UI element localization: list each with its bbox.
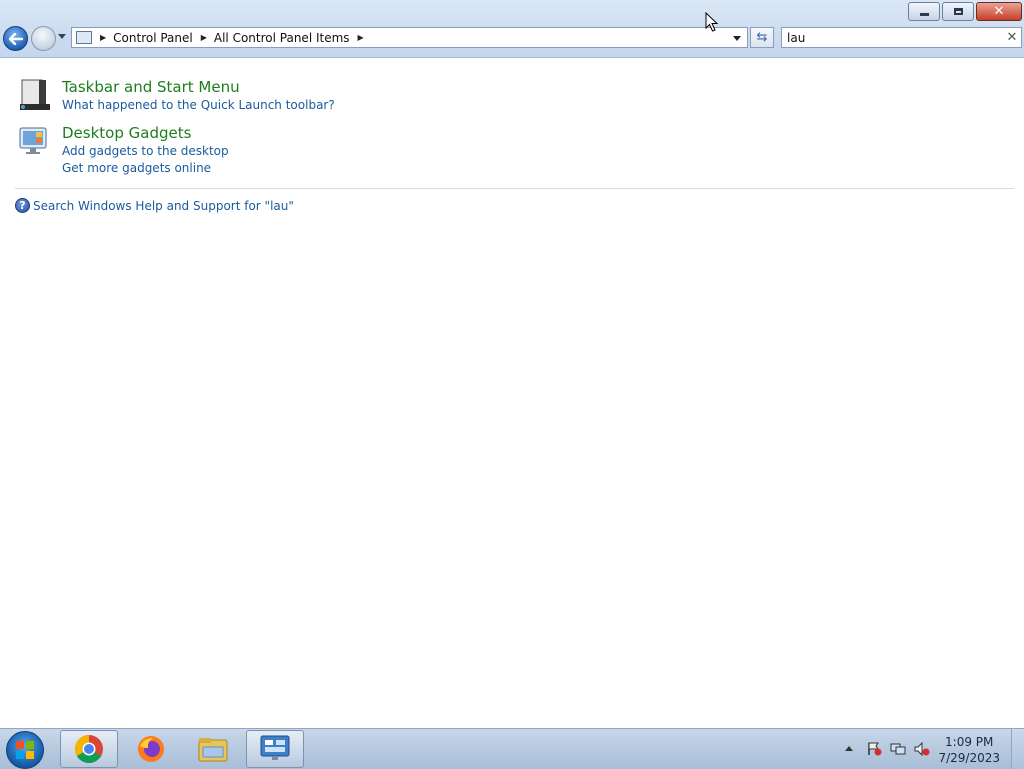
taskbar-control-panel[interactable]	[246, 730, 304, 768]
refresh-icon: ⇆	[756, 30, 768, 45]
breadcrumb-arrow-icon[interactable]: ▶	[201, 33, 207, 42]
clock-time: 1:09 PM	[945, 735, 994, 749]
control-panel-icon	[260, 735, 290, 760]
help-icon: ?	[15, 198, 30, 213]
window-chrome: ✕ ▶ Control Panel ▶ All Control Panel It…	[0, 0, 1024, 58]
result-title[interactable]: Desktop Gadgets	[62, 124, 191, 142]
taskbar: 1:09 PM 7/29/2023	[0, 728, 1024, 769]
action-center-flag-icon[interactable]	[866, 742, 882, 756]
arrow-left-icon	[8, 32, 23, 45]
clock-date: 7/29/2023	[938, 751, 1000, 765]
taskbar-file-explorer[interactable]	[184, 730, 242, 768]
result-taskbar-start-menu: Taskbar and Start Menu What happened to …	[17, 78, 337, 112]
breadcrumb-all-items[interactable]: All Control Panel Items	[214, 31, 350, 45]
windows-logo-icon	[16, 741, 34, 759]
restore-icon	[953, 8, 963, 15]
desktop-gadgets-icon[interactable]	[17, 124, 51, 158]
result-desktop-gadgets: Desktop Gadgets Add gadgets to the deskt…	[17, 124, 337, 176]
breadcrumb-control-panel[interactable]: Control Panel	[113, 31, 193, 45]
minimize-button[interactable]	[908, 2, 940, 21]
search-input[interactable]: lau	[787, 31, 1003, 45]
control-panel-icon	[76, 31, 92, 44]
taskbar-chrome[interactable]	[60, 730, 118, 768]
firefox-icon	[138, 736, 164, 762]
breadcrumb-arrow-icon[interactable]: ▶	[100, 33, 106, 42]
taskbar-start-menu-icon[interactable]	[17, 78, 51, 112]
file-explorer-icon	[198, 738, 228, 762]
result-link[interactable]: Add gadgets to the desktop	[62, 144, 229, 158]
show-desktop-button[interactable]	[1011, 729, 1024, 769]
caption-buttons: ✕	[908, 2, 1022, 21]
recent-pages-dropdown[interactable]	[58, 34, 66, 39]
windows-help-search-link[interactable]: ? Search Windows Help and Support for "l…	[15, 198, 294, 213]
restore-button[interactable]	[942, 2, 974, 21]
result-link[interactable]: What happened to the Quick Launch toolba…	[62, 98, 335, 112]
taskbar-firefox[interactable]	[122, 730, 180, 768]
start-button[interactable]	[6, 731, 44, 769]
volume-muted-icon[interactable]	[914, 742, 930, 756]
divider	[15, 188, 1014, 189]
network-icon[interactable]	[890, 742, 906, 756]
clear-search-icon[interactable]: ✕	[1003, 30, 1021, 45]
chrome-icon	[75, 735, 103, 763]
help-link-text[interactable]: Search Windows Help and Support for "lau…	[33, 199, 294, 213]
search-box[interactable]: lau ✕	[781, 27, 1022, 48]
minimize-icon	[919, 12, 929, 16]
result-title[interactable]: Taskbar and Start Menu	[62, 78, 240, 96]
address-bar[interactable]: ▶ Control Panel ▶ All Control Panel Item…	[71, 27, 748, 48]
clock[interactable]: 1:09 PM 7/29/2023	[938, 734, 1000, 766]
back-button[interactable]	[3, 26, 28, 51]
refresh-button[interactable]: ⇆	[750, 27, 774, 48]
breadcrumb-arrow-icon[interactable]: ▶	[358, 33, 364, 42]
close-button[interactable]: ✕	[976, 2, 1022, 21]
show-hidden-icons-icon[interactable]	[845, 746, 853, 751]
close-icon: ✕	[993, 4, 1005, 19]
result-link[interactable]: Get more gadgets online	[62, 161, 211, 175]
forward-button[interactable]	[31, 26, 56, 51]
search-results-pane: Taskbar and Start Menu What happened to …	[0, 58, 1024, 728]
address-dropdown-icon[interactable]	[733, 36, 741, 41]
mouse-cursor-icon	[705, 12, 719, 32]
